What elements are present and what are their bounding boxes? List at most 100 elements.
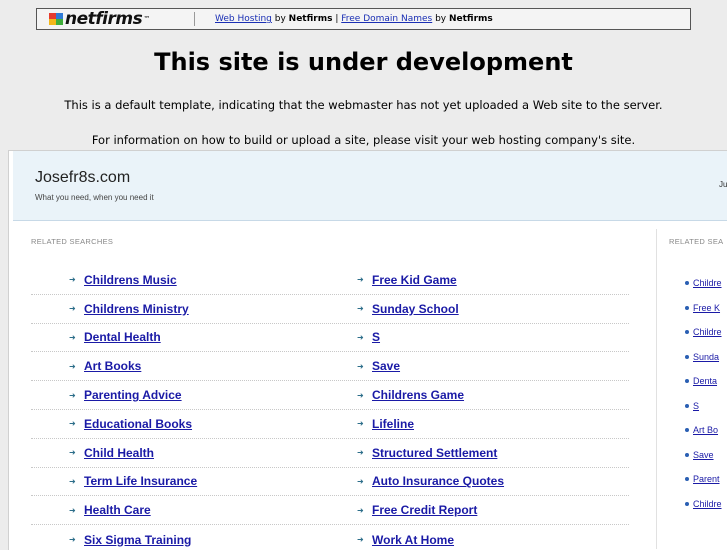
search-link[interactable]: Six Sigma Training [84, 533, 191, 547]
search-link[interactable]: Childrens Music [84, 273, 177, 287]
page-title: This site is under development [154, 48, 573, 76]
right-list-item[interactable]: Sunda [685, 345, 727, 370]
bullet-icon [685, 428, 689, 433]
right-list-item[interactable]: Save [685, 443, 727, 468]
right-list-item[interactable]: Free K [685, 296, 727, 321]
search-link-item[interactable]: ➜ Lifeline [319, 417, 607, 431]
bullet-icon [685, 477, 689, 482]
arrow-right-icon: ➜ [357, 275, 364, 285]
web-hosting-link[interactable]: Web Hosting [215, 14, 272, 24]
arrow-right-icon: ➜ [69, 361, 76, 371]
banner-links: Web Hosting by Netfirms | Free Domain Na… [215, 14, 493, 24]
search-link[interactable]: S [372, 330, 380, 344]
search-link[interactable]: Health Care [84, 503, 151, 517]
search-link[interactable]: Child Health [84, 446, 154, 460]
arrow-right-icon: ➜ [357, 390, 364, 400]
search-link[interactable]: Parenting Advice [84, 388, 182, 402]
right-list-item[interactable]: Childre [685, 271, 727, 296]
search-link-item[interactable]: ➜ Parenting Advice [31, 388, 319, 402]
link-row: ➜ Term Life Insurance ➜ Auto Insurance Quo… [31, 468, 629, 497]
search-link-item[interactable]: ➜ Art Books [31, 359, 319, 373]
right-list-item[interactable]: Childre [685, 492, 727, 517]
right-list-item[interactable]: Denta [685, 369, 727, 394]
arrow-right-icon: ➜ [357, 535, 364, 545]
search-link[interactable]: Work At Home [372, 533, 454, 547]
column-divider [656, 229, 657, 549]
link-row: ➜ Parenting Advice ➜ Childrens Game [31, 381, 629, 410]
arrow-right-icon: ➜ [357, 419, 364, 429]
search-link[interactable]: Auto Insurance Quotes [372, 474, 504, 488]
bullet-icon [685, 403, 689, 408]
arrow-right-icon: ➜ [69, 535, 76, 545]
netfirms-brand-2: Netfirms [448, 14, 493, 24]
search-link[interactable]: Art Books [84, 359, 141, 373]
bullet-icon [685, 330, 689, 335]
link-row: ➜ Health Care ➜ Free Credit Report [31, 496, 629, 526]
search-link-item[interactable]: ➜ Free Kid Game [319, 273, 607, 287]
site-tagline: What you need, when you need it [35, 193, 154, 202]
free-domain-names-link[interactable]: Free Domain Names [341, 14, 432, 24]
parked-header: Josefr8s.com What you need, when you nee… [13, 151, 727, 221]
site-name[interactable]: Josefr8s.com [35, 169, 130, 187]
arrow-right-icon: ➜ [357, 304, 364, 314]
right-related-searches-label: RELATED SEA [669, 237, 724, 246]
search-link[interactable]: Educational Books [84, 417, 192, 431]
search-link[interactable]: Sunday School [372, 302, 459, 316]
arrow-right-icon: ➜ [69, 448, 76, 458]
bullet-icon [685, 452, 689, 457]
link-row: ➜ Childrens Music ➜ Free Kid Game [31, 266, 629, 295]
search-link-item[interactable]: ➜ Childrens Music [31, 273, 319, 287]
search-link-item[interactable]: ➜ Term Life Insurance [31, 474, 319, 488]
bullet-icon [685, 354, 689, 359]
search-link[interactable]: Free Kid Game [372, 273, 457, 287]
right-related-list: Childre Free K Childre Sunda Denta S Art… [685, 271, 727, 516]
search-link[interactable]: Save [372, 359, 400, 373]
link-row: ➜ Six Sigma Training ➜ Work At Home [31, 525, 629, 550]
search-link-item[interactable]: ➜ Six Sigma Training [31, 533, 319, 547]
arrow-right-icon: ➜ [69, 275, 76, 285]
search-link-item[interactable]: ➜ Auto Insurance Quotes [319, 474, 607, 488]
search-link-item[interactable]: ➜ S [319, 330, 607, 344]
arrow-right-icon: ➜ [69, 304, 76, 314]
search-link-item[interactable]: ➜ Childrens Game [319, 388, 607, 402]
arrow-right-icon: ➜ [357, 476, 364, 486]
search-link[interactable]: Free Credit Report [372, 503, 477, 517]
search-link[interactable]: Dental Health [84, 330, 161, 344]
search-link-item[interactable]: ➜ Health Care [31, 503, 319, 517]
arrow-right-icon: ➜ [69, 419, 76, 429]
notice-line-2: For information on how to build or uploa… [91, 133, 636, 147]
arrow-right-icon: ➜ [357, 448, 364, 458]
netfirms-logo[interactable]: netfirms ™ [37, 9, 172, 29]
search-link[interactable]: Lifeline [372, 417, 414, 431]
search-link-item[interactable]: ➜ Dental Health [31, 330, 319, 344]
bullet-icon [685, 379, 689, 384]
bullet-icon [685, 305, 689, 310]
right-list-item[interactable]: Parent [685, 467, 727, 492]
search-link-item[interactable]: ➜ Sunday School [319, 302, 607, 316]
search-link-item[interactable]: ➜ Work At Home [319, 533, 607, 547]
bullet-icon [685, 281, 689, 286]
search-link-item[interactable]: ➜ Free Credit Report [319, 503, 607, 517]
search-link-item[interactable]: ➜ Child Health [31, 446, 319, 460]
link-row: ➜ Childrens Ministry ➜ Sunday School [31, 295, 629, 324]
arrow-right-icon: ➜ [357, 505, 364, 515]
search-link-item[interactable]: ➜ Educational Books [31, 417, 319, 431]
arrow-right-icon: ➜ [69, 390, 76, 400]
search-link[interactable]: Childrens Ministry [84, 302, 189, 316]
search-link-item[interactable]: ➜ Structured Settlement [319, 446, 607, 460]
bullet-icon [685, 501, 689, 506]
search-link-item[interactable]: ➜ Childrens Ministry [31, 302, 319, 316]
search-link-item[interactable]: ➜ Save [319, 359, 607, 373]
banner-divider [194, 12, 195, 26]
right-list-item[interactable]: S [685, 394, 727, 419]
parked-page-frame: Josefr8s.com What you need, when you nee… [8, 150, 727, 550]
search-link[interactable]: Childrens Game [372, 388, 464, 402]
right-list-item[interactable]: Childre [685, 320, 727, 345]
right-list-item[interactable]: Art Bo [685, 418, 727, 443]
netfirms-brand-1: Netfirms [288, 14, 333, 24]
arrow-right-icon: ➜ [69, 332, 76, 342]
search-link[interactable]: Structured Settlement [372, 446, 497, 460]
logo-text: netfirms [65, 9, 143, 29]
search-link[interactable]: Term Life Insurance [84, 474, 197, 488]
link-row: ➜ Art Books ➜ Save [31, 352, 629, 382]
